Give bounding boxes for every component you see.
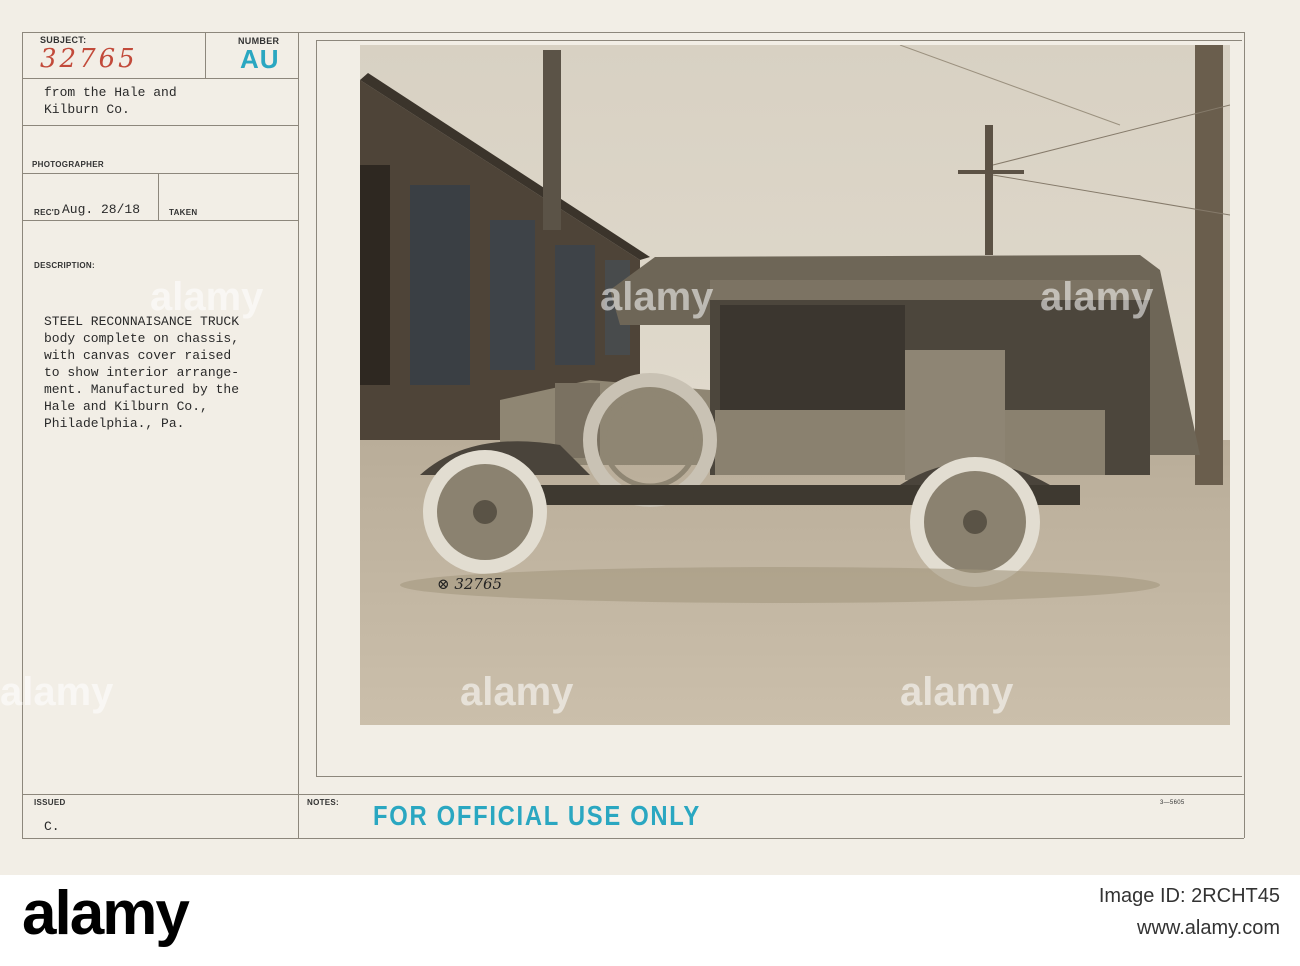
truck-photo-illustration	[360, 45, 1230, 725]
watermark-logo: alamy	[900, 670, 1014, 714]
recd-col-divider	[158, 173, 159, 220]
stock-footer: alamy Image ID: 2RCHT45 www.alamy.com	[0, 875, 1300, 966]
image-id-block: Image ID: 2RCHT45 www.alamy.com	[1010, 880, 1280, 944]
archival-card: SUBJECT: 32765 NUMBER AU from the Hale a…	[0, 0, 1300, 875]
card-border-bottom	[22, 838, 1244, 839]
number-value: AU	[240, 44, 280, 74]
watermark-logo: alamy	[1040, 275, 1154, 319]
description-line: with canvas cover raised	[44, 348, 232, 363]
description-label: DESCRIPTION:	[34, 261, 95, 270]
photo-frame-bottom	[316, 776, 1242, 777]
photo-frame-top	[316, 40, 1242, 41]
site-url[interactable]: www.alamy.com	[1010, 912, 1280, 944]
description-line: to show interior arrange-	[44, 365, 240, 380]
subject-value: 32765	[40, 44, 138, 74]
column-divider	[298, 32, 299, 838]
watermark-logo: alamy	[0, 670, 114, 714]
watermark-logo: alamy	[460, 670, 574, 714]
watermark-logo: alamy	[150, 275, 264, 319]
photo-frame-left	[316, 40, 317, 776]
issued-label: ISSUED	[34, 798, 66, 807]
notes-label: NOTES:	[307, 798, 340, 807]
recd-label: REC'D	[34, 208, 61, 217]
alamy-logo[interactable]: alamy	[22, 878, 190, 949]
photographer-row-divider	[22, 173, 298, 174]
subject-row-divider	[22, 78, 298, 79]
source-line-1: from the Hale and	[44, 85, 177, 100]
description-line: body complete on chassis,	[44, 331, 240, 346]
card-border-right	[1244, 32, 1245, 838]
issued-value: C.	[44, 819, 60, 834]
taken-label: TAKEN	[169, 208, 198, 217]
description-line: Hale and Kilburn Co.,	[44, 399, 208, 414]
negative-number: ⊗ 32765	[437, 575, 503, 593]
image-id: Image ID: 2RCHT45	[1098, 885, 1280, 907]
official-use-stamp: FOR OFFICIAL USE ONLY	[373, 800, 701, 831]
description-line: ment. Manufactured by the	[44, 382, 240, 397]
watermark-logo: alamy	[600, 275, 714, 319]
source-line-2: Kilburn Co.	[44, 102, 130, 117]
recd-value: Aug. 28/18	[62, 202, 141, 217]
source-row-divider	[22, 125, 298, 126]
notes-divider	[22, 794, 1244, 795]
form-number: 3—5605	[1160, 800, 1185, 806]
recd-row-divider	[22, 220, 298, 221]
truck-photograph	[360, 45, 1230, 725]
description-line: Philadelphia., Pa.	[44, 416, 185, 431]
card-border-left	[22, 32, 23, 838]
subject-col-divider	[205, 32, 206, 78]
photographer-label: PHOTOGRAPHER	[32, 160, 104, 169]
